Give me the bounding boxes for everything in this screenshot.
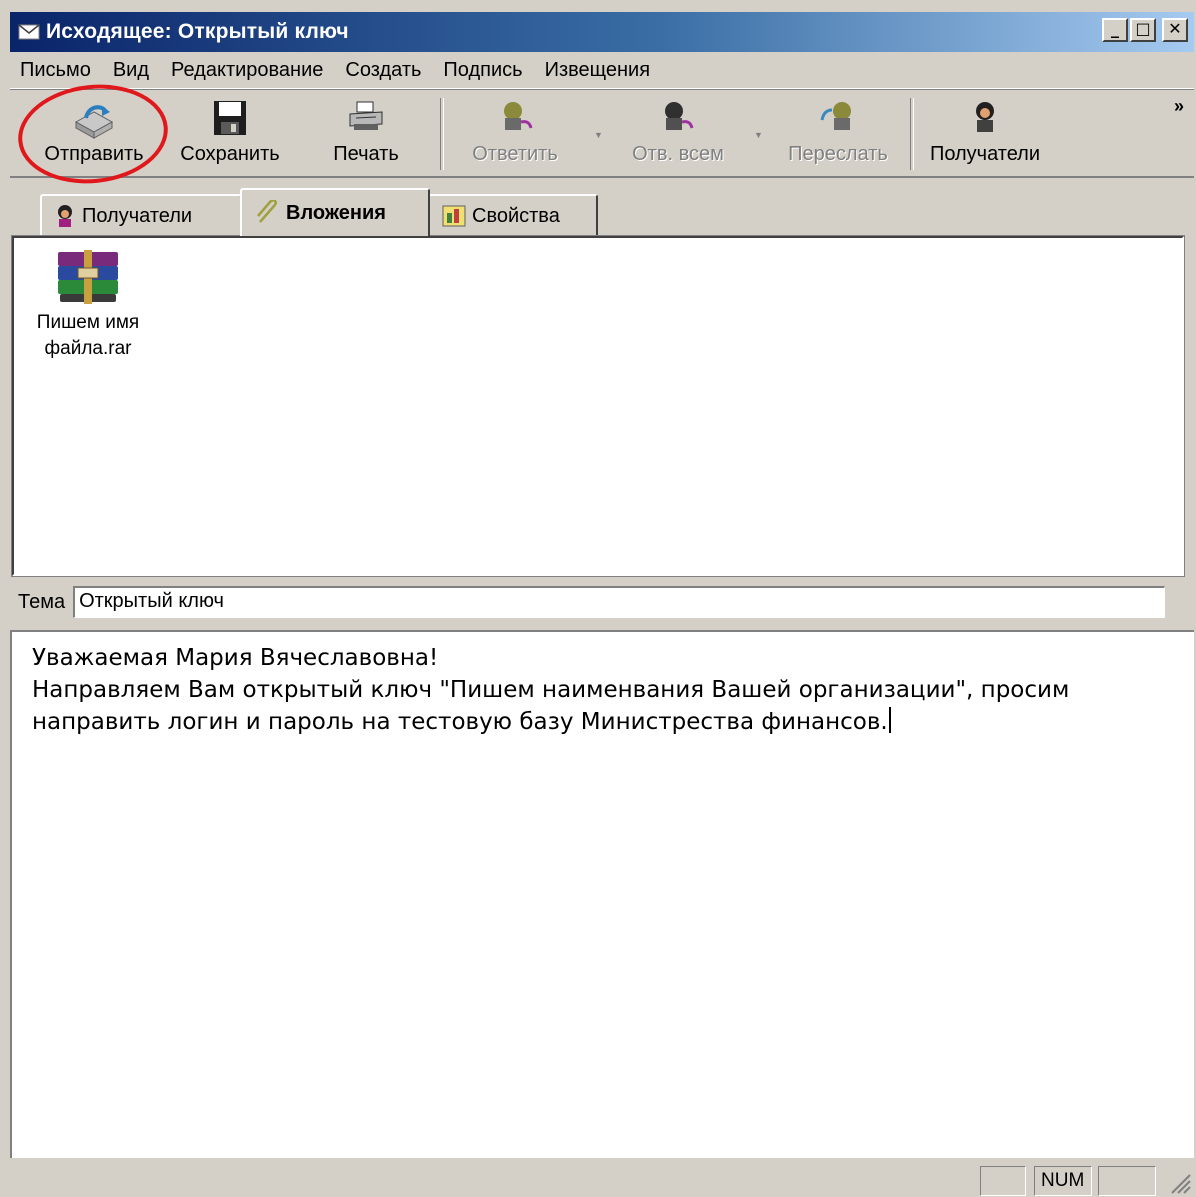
reply-icon: [504, 102, 533, 130]
toolbar-separator: [910, 98, 914, 170]
more-chevron-icon[interactable]: »: [1174, 96, 1184, 117]
tab-recipients-label: Получатели: [82, 204, 193, 227]
tab-properties-label: Свойства: [472, 204, 560, 227]
subject-label: Тема: [18, 590, 66, 613]
tab-attachments[interactable]: Вложения: [240, 188, 430, 236]
person-icon: [58, 205, 72, 227]
recipients-button[interactable]: Получатели: [920, 92, 1050, 172]
toolbar: Отправить Сохранить Печать Ответить ▼ От…: [10, 92, 1194, 178]
tab-strip: Получатели Вложения Свойства: [10, 186, 1194, 236]
menu-signature[interactable]: Подпись: [432, 59, 533, 82]
paperclip-icon: [257, 200, 278, 223]
forward-icon: [820, 102, 851, 130]
menu-edit[interactable]: Редактирование: [160, 59, 334, 82]
reply-all-button[interactable]: Отв. всем: [618, 92, 738, 172]
body-line: Направляем Вам открытый ключ "Пишем наим…: [32, 677, 1070, 703]
subject-row: Тема Открытый ключ: [10, 582, 1194, 622]
attachment-name-line1: Пишем имя: [36, 312, 140, 333]
reply-all-icon: [665, 102, 694, 130]
menu-letter[interactable]: Письмо: [10, 59, 102, 82]
attachments-pane[interactable]: Пишем имя файла.rar: [11, 235, 1185, 577]
reply-all-dropdown-arrow-icon[interactable]: ▼: [754, 130, 763, 140]
attachment-file[interactable]: Пишем имя файла.rar: [28, 250, 148, 362]
menu-bar: Письмо Вид Редактирование Создать Подпис…: [10, 52, 1194, 89]
tab-attachments-label: Вложения: [286, 201, 386, 224]
reply-all-label: Отв. всем: [632, 143, 724, 165]
envelope-icon: [18, 24, 40, 40]
window-title: Исходящее: Открытый ключ: [46, 20, 349, 43]
winrar-archive-icon: [58, 250, 118, 304]
close-button[interactable]: ✕: [1162, 18, 1188, 42]
reply-label: Ответить: [472, 143, 558, 165]
body-line: Уважаемая Мария Вячеславовна!: [32, 645, 439, 671]
floppy-disk-icon: [214, 101, 246, 135]
status-panel-num: NUM: [1034, 1166, 1092, 1196]
attachment-name-line2: файла.rar: [44, 338, 132, 359]
subject-input[interactable]: Открытый ключ: [73, 586, 1166, 618]
forward-button[interactable]: Переслать: [778, 92, 898, 172]
status-panel-scroll: [1098, 1166, 1156, 1196]
title-bar[interactable]: Исходящее: Открытый ключ _ □ ✕: [10, 12, 1194, 52]
print-label: Печать: [333, 143, 399, 165]
message-body-editor[interactable]: Уважаемая Мария Вячеславовна! Направляем…: [10, 630, 1194, 1158]
body-line-text: направить логин и пароль на тестовую баз…: [32, 709, 888, 735]
mail-window: Исходящее: Открытый ключ _ □ ✕ Письмо Ви…: [0, 0, 1196, 1197]
save-button[interactable]: Сохранить: [168, 92, 292, 172]
menu-view[interactable]: Вид: [102, 59, 160, 82]
resize-grip-icon[interactable]: [1166, 1169, 1192, 1195]
maximize-button[interactable]: □: [1130, 18, 1156, 42]
printer-icon: [349, 101, 383, 130]
toolbar-separator: [440, 98, 444, 170]
recipients-label: Получатели: [929, 143, 1041, 165]
menu-notices[interactable]: Извещения: [534, 59, 661, 82]
tab-recipients[interactable]: Получатели: [40, 194, 242, 236]
menu-create[interactable]: Создать: [334, 59, 432, 82]
body-line: направить логин и пароль на тестовую баз…: [32, 706, 1174, 738]
properties-icon: [442, 205, 466, 227]
print-button[interactable]: Печать: [314, 92, 418, 172]
forward-label: Переслать: [788, 143, 888, 165]
reply-button[interactable]: Ответить: [458, 92, 572, 172]
reply-dropdown-arrow-icon[interactable]: ▼: [594, 130, 603, 140]
status-panel-caps: [980, 1166, 1026, 1196]
tab-properties[interactable]: Свойства: [428, 194, 598, 236]
recipient-person-icon: [976, 102, 994, 132]
save-label: Сохранить: [180, 143, 280, 165]
text-caret: [888, 707, 891, 733]
minimize-button[interactable]: _: [1102, 18, 1128, 42]
status-bar: NUM: [10, 1160, 1194, 1197]
